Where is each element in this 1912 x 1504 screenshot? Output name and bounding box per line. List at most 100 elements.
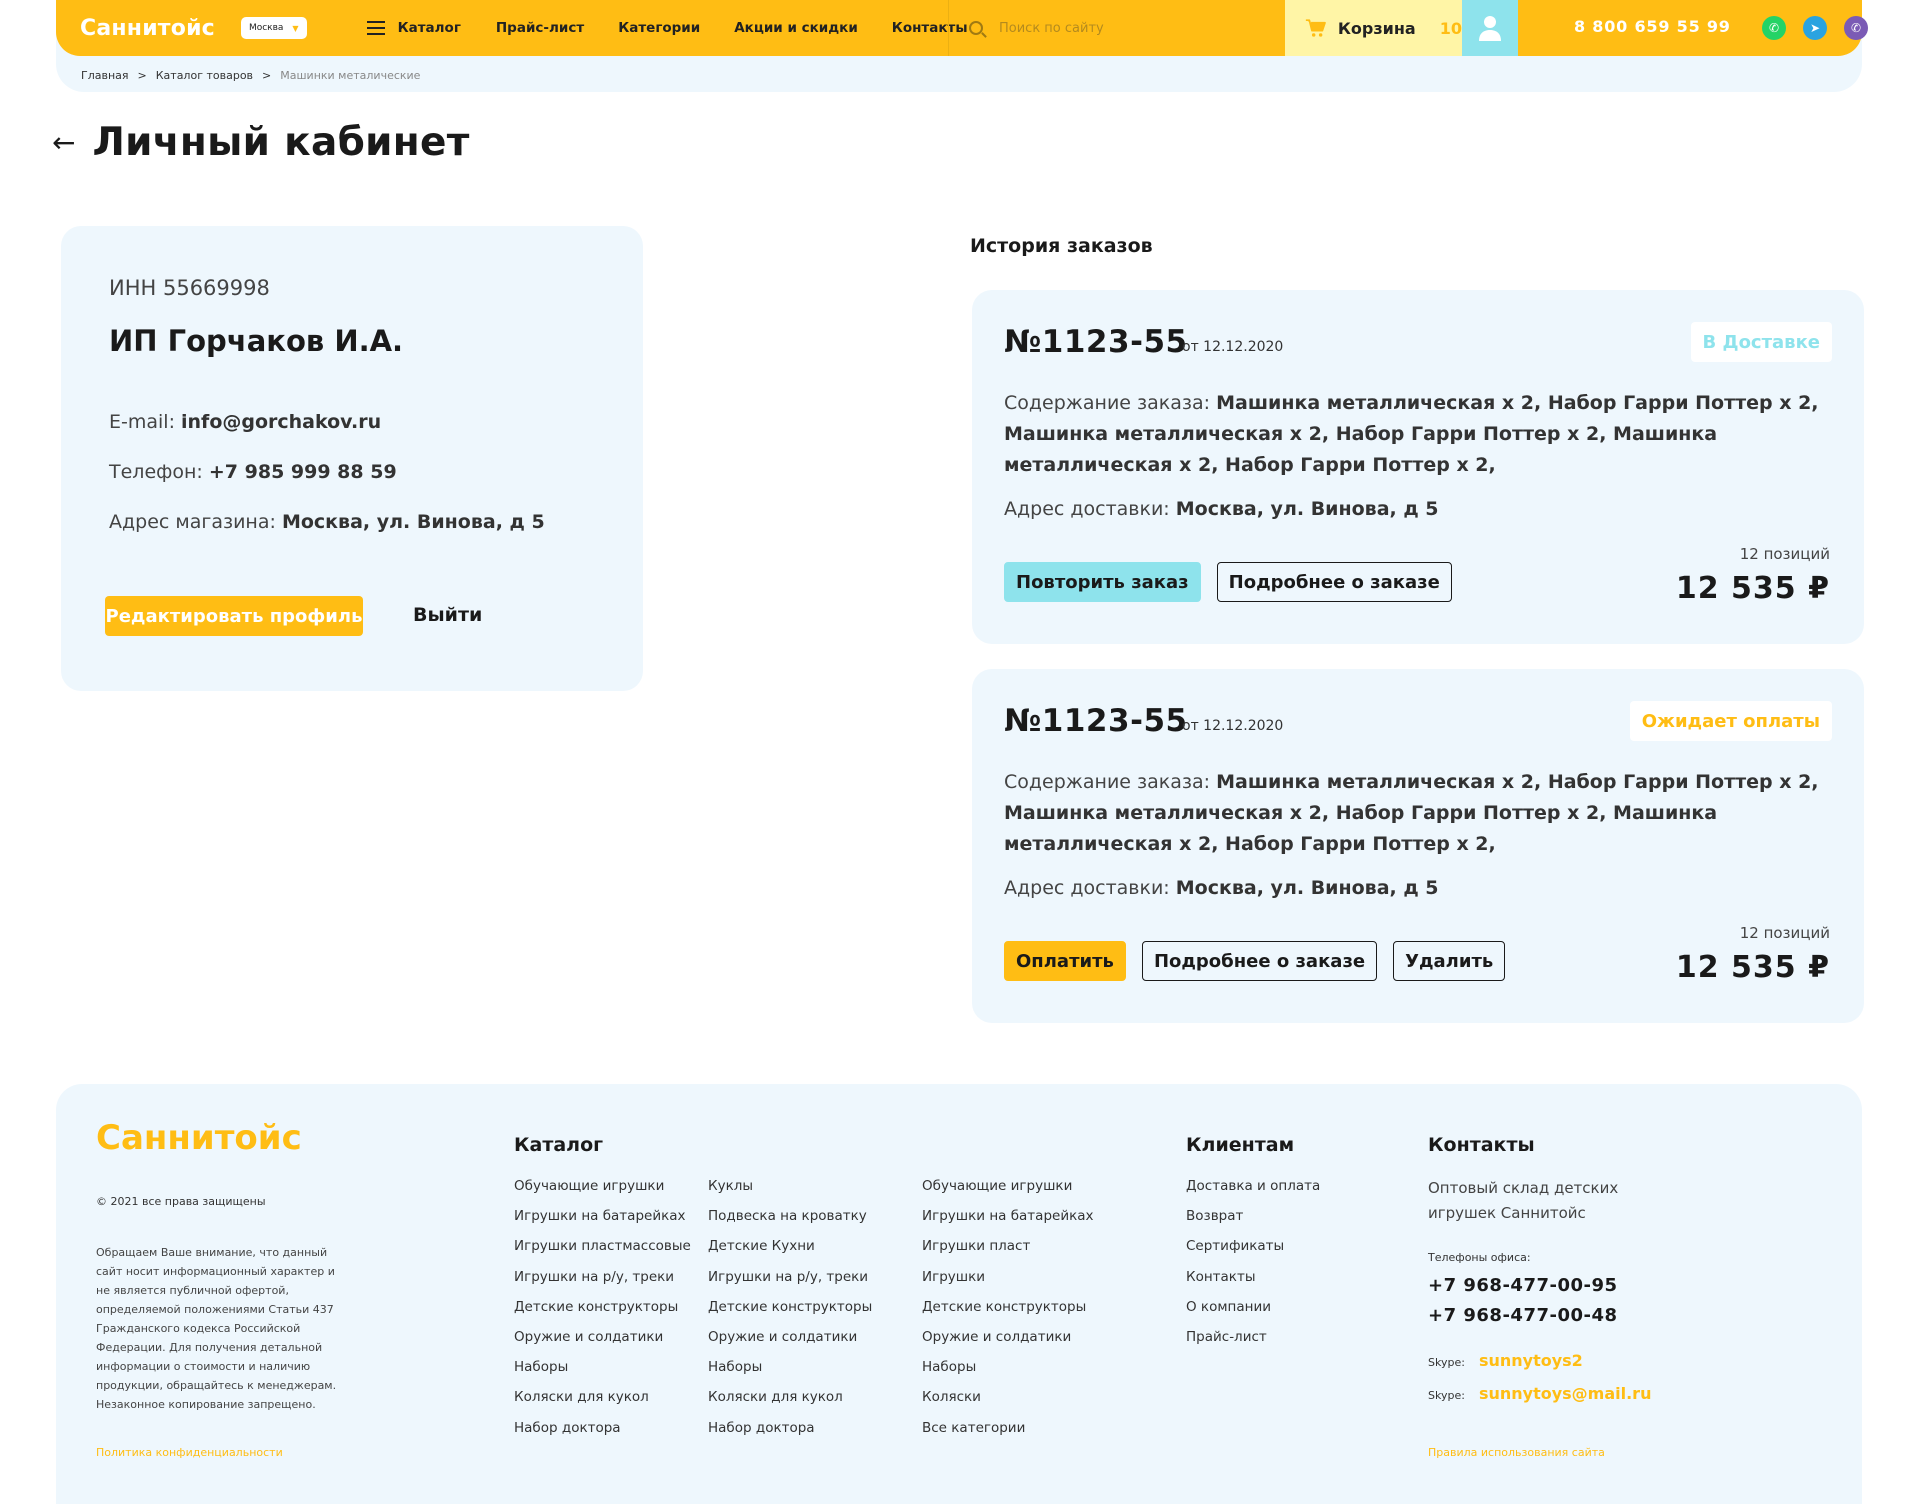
footer-catalog-title: Каталог xyxy=(514,1134,604,1156)
nav-item-categories[interactable]: Категории xyxy=(618,20,700,36)
footer-skype-link[interactable]: sunnytoys2 xyxy=(1479,1351,1583,1370)
cart-button[interactable]: Корзина 10 xyxy=(1285,0,1462,56)
page-title: Личный кабинет xyxy=(92,120,470,165)
hamburger-icon xyxy=(366,21,385,35)
catalog-menu-button[interactable]: Каталог xyxy=(366,20,461,36)
breadcrumb-separator: > xyxy=(137,69,147,82)
footer-link[interactable]: Игрушки на батарейках xyxy=(922,1206,1094,1236)
order-address: Адрес доставки: Москва, ул. Винова, д 5 xyxy=(1004,498,1439,520)
footer-clients-col: Доставка и оплата Возврат Сертификаты Ко… xyxy=(1186,1176,1320,1357)
site-logo[interactable]: Саннитойс xyxy=(80,16,215,41)
order-positions-count: 12 позиций xyxy=(1739,924,1830,942)
nav-item-price-list[interactable]: Прайс-лист xyxy=(496,20,584,36)
order-content: Содержание заказа: Машинка металлическая… xyxy=(1004,767,1834,860)
footer-link[interactable]: Оружие и солдатики xyxy=(922,1327,1094,1357)
order-number: №1123-55 xyxy=(1004,703,1188,739)
privacy-policy-link[interactable]: Политика конфиденциальности xyxy=(96,1446,283,1459)
footer-link[interactable]: Игрушки на батарейках xyxy=(514,1206,691,1236)
footer-link[interactable]: Возврат xyxy=(1186,1206,1320,1236)
profile-button[interactable] xyxy=(1462,0,1518,56)
footer-catalog-col-2: Куклы Подвеска на кроватку Детские Кухни… xyxy=(708,1176,872,1448)
profile-email-label: E-mail: xyxy=(109,411,182,433)
order-details-button[interactable]: Подробнее о заказе xyxy=(1141,941,1378,981)
profile-address: Москва, ул. Винова, д 5 xyxy=(281,511,545,533)
nav-item-promotions[interactable]: Акции и скидки xyxy=(734,20,858,36)
footer-link[interactable]: Детские Кухни xyxy=(708,1236,872,1266)
footer-link[interactable]: Детские конструкторы xyxy=(708,1297,872,1327)
order-content-label: Содержание заказа: xyxy=(1004,392,1217,414)
pay-button[interactable]: Оплатить xyxy=(1004,941,1126,981)
footer-logo[interactable]: Саннитойс xyxy=(96,1118,302,1158)
footer-phone[interactable]: +7 968-477-00-48 xyxy=(1428,1305,1618,1326)
footer-link[interactable]: Контакты xyxy=(1186,1267,1320,1297)
viber-icon[interactable]: ✆ xyxy=(1844,16,1868,40)
breadcrumb-current: Машинки металические xyxy=(280,69,421,82)
delete-order-button[interactable]: Удалить xyxy=(1393,941,1506,981)
back-arrow-icon[interactable]: ← xyxy=(52,126,75,159)
footer-link[interactable]: Обучающие игрушки xyxy=(922,1176,1094,1206)
order-address-label: Адрес доставки: xyxy=(1004,498,1176,520)
search-icon xyxy=(969,21,983,35)
footer-link[interactable]: Коляски xyxy=(922,1387,1094,1417)
logout-button[interactable]: Выйти xyxy=(413,604,482,626)
footer-link[interactable]: Обучающие игрушки xyxy=(514,1176,691,1206)
footer-link[interactable]: Коляски для кукол xyxy=(708,1387,872,1417)
footer-link[interactable]: Все категории xyxy=(922,1418,1094,1448)
search-input[interactable]: Поиск по сайту xyxy=(948,0,1285,56)
order-date: от 12.12.2020 xyxy=(1182,339,1284,355)
footer-link[interactable]: Оружие и солдатики xyxy=(514,1327,691,1357)
order-address-label: Адрес доставки: xyxy=(1004,877,1176,899)
profile-address-row: Адрес магазина: Москва, ул. Винова, д 5 xyxy=(109,511,545,533)
footer-link[interactable]: Коляски для кукол xyxy=(514,1387,691,1417)
footer-link[interactable]: Подвеска на кроватку xyxy=(708,1206,872,1236)
footer-link[interactable]: Набор доктора xyxy=(708,1418,872,1448)
order-positions-count: 12 позиций xyxy=(1739,545,1830,563)
footer-link[interactable]: Игрушки xyxy=(922,1267,1094,1297)
footer-link[interactable]: Наборы xyxy=(708,1357,872,1387)
footer-skype-link[interactable]: sunnytoys@mail.ru xyxy=(1479,1384,1652,1403)
footer-link[interactable]: Игрушки на р/у, треки xyxy=(708,1267,872,1297)
order-number: №1123-55 xyxy=(1004,324,1188,360)
profile-company-name: ИП Горчаков И.А. xyxy=(109,324,404,358)
footer-link[interactable]: Игрушки на р/у, треки xyxy=(514,1267,691,1297)
order-actions: Повторить заказ Подробнее о заказе xyxy=(1004,562,1452,602)
user-icon xyxy=(1479,16,1501,41)
footer-link[interactable]: Прайс-лист xyxy=(1186,1327,1320,1357)
order-total: 12 535 ₽ xyxy=(1675,571,1830,606)
breadcrumb-home[interactable]: Главная xyxy=(81,69,129,82)
footer-link[interactable]: Набор доктора xyxy=(514,1418,691,1448)
footer-link[interactable]: Сертификаты xyxy=(1186,1236,1320,1266)
profile-email-row: E-mail: info@gorchakov.ru xyxy=(109,411,381,433)
footer-link[interactable]: Детские конструкторы xyxy=(922,1297,1094,1327)
edit-profile-button[interactable]: Редактировать профиль xyxy=(105,596,363,636)
footer-link[interactable]: Детские конструкторы xyxy=(514,1297,691,1327)
order-status-badge: В Доставке xyxy=(1690,322,1832,362)
order-actions: Оплатить Подробнее о заказе Удалить xyxy=(1004,941,1506,981)
catalog-menu-label: Каталог xyxy=(397,20,461,36)
footer-contacts-title: Контакты xyxy=(1428,1134,1535,1156)
order-content: Содержание заказа: Машинка металлическая… xyxy=(1004,388,1834,481)
header-phone[interactable]: 8 800 659 55 99 xyxy=(1574,17,1731,36)
footer-link[interactable]: Игрушки пластмассовые xyxy=(514,1236,691,1266)
footer-link[interactable]: Доставка и оплата xyxy=(1186,1176,1320,1206)
site-rules-link[interactable]: Правила использования сайта xyxy=(1428,1446,1605,1459)
footer-catalog-col-1: Обучающие игрушки Игрушки на батарейках … xyxy=(514,1176,691,1448)
order-total: 12 535 ₽ xyxy=(1675,950,1830,985)
profile-phone: +7 985 999 88 59 xyxy=(208,461,397,483)
footer-link[interactable]: Наборы xyxy=(514,1357,691,1387)
footer-link[interactable]: Оружие и солдатики xyxy=(708,1327,872,1357)
telegram-icon[interactable]: ➤ xyxy=(1803,16,1827,40)
footer-link[interactable]: Игрушки пласт xyxy=(922,1236,1094,1266)
order-details-button[interactable]: Подробнее о заказе xyxy=(1216,562,1452,602)
footer-phones-label: Телефоны офиса: xyxy=(1428,1251,1531,1264)
repeat-order-button[interactable]: Повторить заказ xyxy=(1004,562,1201,602)
order-address: Адрес доставки: Москва, ул. Винова, д 5 xyxy=(1004,877,1439,899)
whatsapp-icon[interactable]: ✆ xyxy=(1762,16,1786,40)
footer-link[interactable]: О компании xyxy=(1186,1297,1320,1327)
order-card: №1123-55 от 12.12.2020 В Доставке Содерж… xyxy=(972,290,1864,644)
city-selector[interactable]: Москва ▼ xyxy=(240,17,307,39)
footer-link[interactable]: Куклы xyxy=(708,1176,872,1206)
breadcrumb-catalog[interactable]: Каталог товаров xyxy=(156,69,253,82)
footer-phone[interactable]: +7 968-477-00-95 xyxy=(1428,1275,1618,1296)
footer-link[interactable]: Наборы xyxy=(922,1357,1094,1387)
